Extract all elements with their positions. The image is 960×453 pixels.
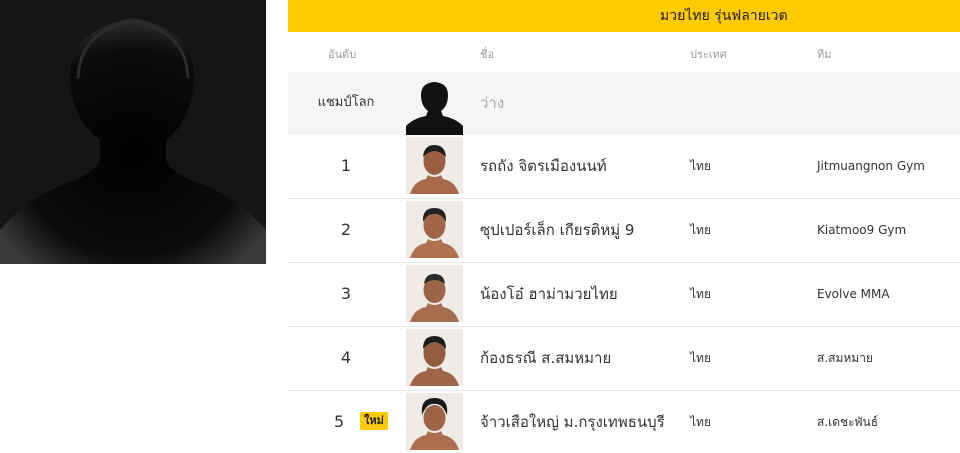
fighter-team: Jitmuangnon Gym	[817, 159, 925, 173]
fighter-country: ไทย	[690, 223, 711, 237]
new-badge: ใหม่	[360, 412, 388, 430]
fighter-name[interactable]: รถถัง จิตรเมืองนนท์	[480, 135, 607, 197]
champion-label: แชมป์โลก	[317, 95, 375, 110]
rank-number: 1	[340, 156, 352, 175]
fighter-name[interactable]: ก้องธรณี ส.สมหมาย	[480, 327, 611, 389]
fighter-team: ส.เดชะพันธ์	[817, 415, 879, 429]
fighter-name[interactable]: จ้าวเสือใหญ่ ม.กรุงเทพธนบุรี	[480, 391, 665, 453]
rank-number: 2	[340, 220, 352, 239]
table-row[interactable]: 3 น้องโอ๋ ฮาม่ามวยไทย ไทย Evolve MMA	[288, 263, 960, 327]
division-title: มวยไทย รุ่นฟลายเวต	[660, 8, 788, 24]
fighter-country: ไทย	[690, 415, 711, 429]
fighter-avatar[interactable]	[406, 393, 463, 450]
col-rank-header: อันดับ	[328, 48, 357, 61]
fighter-team: ส.สมหมาย	[817, 351, 873, 365]
col-name-header: ชื่อ	[480, 48, 495, 61]
table-row[interactable]: 1 รถถัง จิตรเมืองนนท์ ไทย Jitmuangnon Gy…	[288, 135, 960, 199]
hero-silhouette-image	[0, 0, 266, 264]
column-headers: อันดับ ชื่อ ประเทศ ทีม	[288, 32, 960, 72]
table-row[interactable]: 2 ซุปเปอร์เล็ก เกียรติหมู่ 9 ไทย Kiatmoo…	[288, 199, 960, 263]
table-row[interactable]: 4 ก้องธรณี ส.สมหมาย ไทย ส.สมหมาย	[288, 327, 960, 391]
fighter-name[interactable]: ซุปเปอร์เล็ก เกียรติหมู่ 9	[480, 199, 634, 261]
fighter-avatar[interactable]	[406, 329, 463, 386]
table-row[interactable]: 5 ใหม่ จ้าวเสือใหญ่ ม.กรุงเทพธนบุรี ไทย …	[288, 391, 960, 453]
rank-number: 5	[334, 412, 345, 431]
fighter-avatar[interactable]	[406, 137, 463, 194]
rank-number: 3	[340, 284, 352, 303]
fighter-team: Evolve MMA	[817, 287, 890, 301]
silhouette-icon	[406, 78, 463, 135]
col-country-header: ประเทศ	[690, 48, 727, 61]
rank-number: 4	[340, 348, 352, 367]
fighter-country: ไทย	[690, 159, 711, 173]
rankings-table: มวยไทย รุ่นฟลายเวต อันดับ ชื่อ ประเทศ ที…	[288, 0, 960, 453]
fighter-country: ไทย	[690, 351, 711, 365]
rankings-page: มวยไทย รุ่นฟลายเวต อันดับ ชื่อ ประเทศ ที…	[0, 0, 960, 453]
fighter-name[interactable]: น้องโอ๋ ฮาม่ามวยไทย	[480, 263, 618, 325]
fighter-team: Kiatmoo9 Gym	[817, 223, 907, 237]
division-header: มวยไทย รุ่นฟลายเวต	[288, 0, 960, 32]
champion-name[interactable]: ว่าง	[480, 72, 504, 134]
champion-row[interactable]: แชมป์โลก ว่าง	[288, 72, 960, 135]
fighter-avatar[interactable]	[406, 265, 463, 322]
fighter-country: ไทย	[690, 287, 711, 301]
col-team-header: ทีม	[817, 48, 832, 61]
fighter-avatar[interactable]	[406, 201, 463, 258]
